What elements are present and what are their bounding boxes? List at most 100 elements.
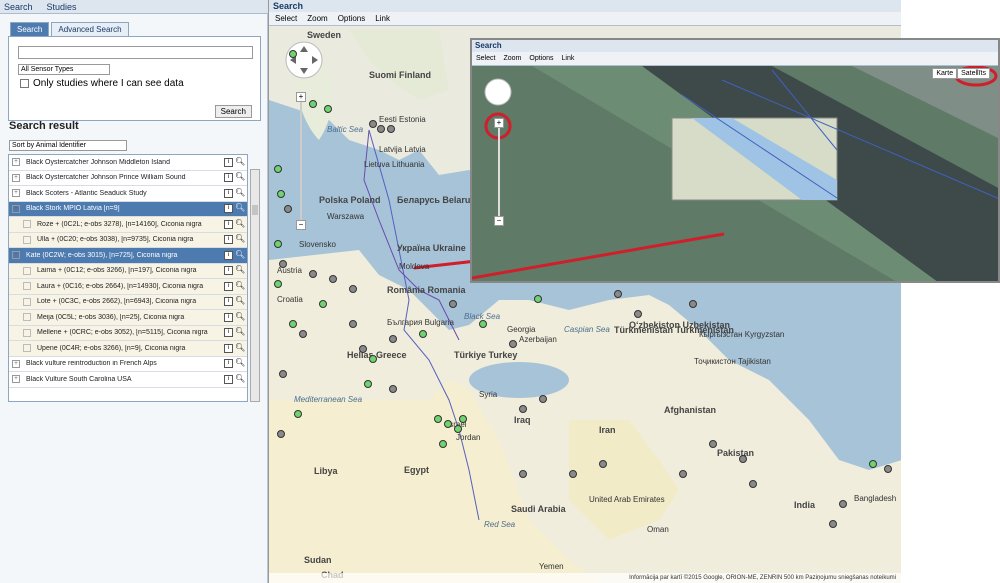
result-row[interactable]: + Black Vulture South Carolina USA i 🔍︎ bbox=[9, 372, 247, 388]
tab-advanced-search[interactable]: Advanced Search bbox=[51, 22, 129, 36]
tracking-point-marker[interactable] bbox=[709, 440, 717, 448]
menu-studies[interactable]: Studies bbox=[47, 0, 77, 13]
tracking-point-marker[interactable] bbox=[309, 270, 317, 278]
info-icon[interactable]: i bbox=[224, 266, 233, 276]
tracking-point-marker[interactable] bbox=[829, 520, 837, 528]
expand-toggle[interactable] bbox=[23, 266, 31, 275]
tracking-point-marker[interactable] bbox=[839, 500, 847, 508]
inset-tool-options[interactable]: Options bbox=[529, 52, 553, 65]
expand-toggle[interactable] bbox=[23, 235, 31, 244]
tracking-point-marker[interactable] bbox=[509, 340, 517, 348]
tracking-point-marker[interactable] bbox=[377, 125, 385, 133]
result-row[interactable]: Roze + (0C2L; e-obs 3278), [n=14160], Ci… bbox=[9, 217, 247, 233]
info-icon[interactable]: i bbox=[224, 359, 233, 369]
expand-toggle[interactable]: + bbox=[12, 173, 20, 182]
tracking-point-marker[interactable] bbox=[319, 300, 327, 308]
satellite-canvas[interactable] bbox=[472, 40, 1000, 283]
tracking-point-marker[interactable] bbox=[539, 395, 547, 403]
tracking-point-marker[interactable] bbox=[369, 120, 377, 128]
tracking-point-marker[interactable] bbox=[369, 355, 377, 363]
magnifier-icon[interactable]: 🔍︎ bbox=[235, 250, 245, 260]
menu-search[interactable]: Search bbox=[4, 0, 33, 13]
tracking-point-marker[interactable] bbox=[364, 380, 372, 388]
tracking-point-marker[interactable] bbox=[387, 125, 395, 133]
magnifier-icon[interactable]: 🔍︎ bbox=[235, 173, 245, 182]
map-type-map-button[interactable]: Karte bbox=[932, 68, 958, 79]
tracking-point-marker[interactable] bbox=[279, 260, 287, 268]
tracking-point-marker[interactable] bbox=[284, 205, 292, 213]
expand-toggle[interactable]: + bbox=[12, 251, 20, 260]
tracking-point-marker[interactable] bbox=[389, 335, 397, 343]
result-row[interactable]: Meija (0C5L; e-obs 3036), [n=25], Ciconi… bbox=[9, 310, 247, 326]
only-visible-studies-checkbox[interactable] bbox=[20, 79, 29, 88]
tab-search[interactable]: Search bbox=[10, 22, 50, 36]
magnifier-icon[interactable]: 🔍︎ bbox=[235, 281, 245, 291]
tracking-point-marker[interactable] bbox=[479, 320, 487, 328]
tracking-point-marker[interactable] bbox=[299, 330, 307, 338]
expand-toggle[interactable]: + bbox=[12, 375, 20, 384]
magnifier-icon[interactable]: 🔍︎ bbox=[235, 157, 245, 167]
tracking-point-marker[interactable] bbox=[679, 470, 687, 478]
tracking-point-marker[interactable] bbox=[289, 320, 297, 328]
tracking-point-marker[interactable] bbox=[739, 455, 747, 463]
map-tool-link[interactable]: Link bbox=[375, 12, 390, 25]
tracking-point-marker[interactable] bbox=[277, 430, 285, 438]
info-icon[interactable]: i bbox=[224, 173, 233, 183]
inset-tool-zoom[interactable]: Zoom bbox=[503, 52, 521, 65]
expand-toggle[interactable] bbox=[23, 282, 31, 291]
tracking-point-marker[interactable] bbox=[277, 190, 285, 198]
tracking-point-marker[interactable] bbox=[329, 275, 337, 283]
tracking-point-marker[interactable] bbox=[439, 440, 447, 448]
expand-toggle[interactable]: + bbox=[12, 189, 20, 198]
tracking-point-marker[interactable] bbox=[449, 300, 457, 308]
map-pan-control[interactable] bbox=[284, 40, 324, 80]
magnifier-icon[interactable]: 🔍︎ bbox=[235, 219, 245, 229]
tracking-point-marker[interactable] bbox=[274, 165, 282, 173]
magnifier-icon[interactable]: 🔍︎ bbox=[235, 235, 245, 244]
map-zoom-slider[interactable]: + − bbox=[296, 92, 306, 232]
tracking-point-marker[interactable] bbox=[349, 285, 357, 293]
result-row[interactable]: + Black vulture reintroduction in French … bbox=[9, 357, 247, 372]
inset-zoom-slider[interactable]: + − bbox=[494, 118, 504, 228]
info-icon[interactable]: i bbox=[224, 250, 233, 260]
magnifier-icon[interactable]: 🔍︎ bbox=[235, 312, 245, 322]
expand-toggle[interactable] bbox=[23, 313, 31, 322]
info-icon[interactable]: i bbox=[224, 157, 233, 167]
info-icon[interactable]: i bbox=[224, 297, 233, 307]
search-button[interactable]: Search bbox=[214, 105, 252, 118]
magnifier-icon[interactable]: 🔍︎ bbox=[235, 328, 245, 337]
magnifier-icon[interactable]: 🔍︎ bbox=[235, 266, 245, 275]
result-row[interactable]: Upene (0C4R; e-obs 3266), [n=9], Ciconia… bbox=[9, 341, 247, 357]
tracking-point-marker[interactable] bbox=[289, 50, 297, 58]
result-row[interactable]: Ulla + (0C20; e-obs 3038), [n=9735], Cic… bbox=[9, 232, 247, 248]
tracking-point-marker[interactable] bbox=[884, 465, 892, 473]
tracking-point-marker[interactable] bbox=[274, 280, 282, 288]
result-row[interactable]: + Kate (0C2W; e-obs 3015), [n=725], Cicon… bbox=[9, 248, 247, 264]
tracking-point-marker[interactable] bbox=[389, 385, 397, 393]
magnifier-icon[interactable]: 🔍︎ bbox=[235, 343, 245, 353]
expand-toggle[interactable] bbox=[23, 297, 31, 306]
tracking-point-marker[interactable] bbox=[359, 345, 367, 353]
tracking-point-marker[interactable] bbox=[459, 415, 467, 423]
map-tool-options[interactable]: Options bbox=[338, 12, 366, 25]
tracking-point-marker[interactable] bbox=[599, 460, 607, 468]
magnifier-icon[interactable]: 🔍︎ bbox=[235, 374, 245, 384]
result-row[interactable]: + Black Stork MPIO Latvia [n=9] i 🔍︎ bbox=[9, 201, 247, 217]
tracking-point-marker[interactable] bbox=[419, 330, 427, 338]
tracking-point-marker[interactable] bbox=[614, 290, 622, 298]
tracking-point-marker[interactable] bbox=[749, 480, 757, 488]
tracking-point-marker[interactable] bbox=[324, 105, 332, 113]
info-icon[interactable]: i bbox=[224, 188, 233, 198]
tracking-point-marker[interactable] bbox=[454, 425, 462, 433]
inset-tool-select[interactable]: Select bbox=[476, 52, 495, 65]
magnifier-icon[interactable]: 🔍︎ bbox=[235, 297, 245, 306]
info-icon[interactable]: i bbox=[224, 343, 233, 353]
info-icon[interactable]: i bbox=[224, 312, 233, 322]
info-icon[interactable]: i bbox=[224, 281, 233, 291]
map-type-satellite-button[interactable]: Satellīts bbox=[957, 68, 990, 79]
tracking-point-marker[interactable] bbox=[519, 405, 527, 413]
tracking-point-marker[interactable] bbox=[534, 295, 542, 303]
result-row[interactable]: + Black Oystercatcher Johnson Prince Will… bbox=[9, 171, 247, 186]
tracking-point-marker[interactable] bbox=[279, 370, 287, 378]
info-icon[interactable]: i bbox=[224, 374, 233, 384]
